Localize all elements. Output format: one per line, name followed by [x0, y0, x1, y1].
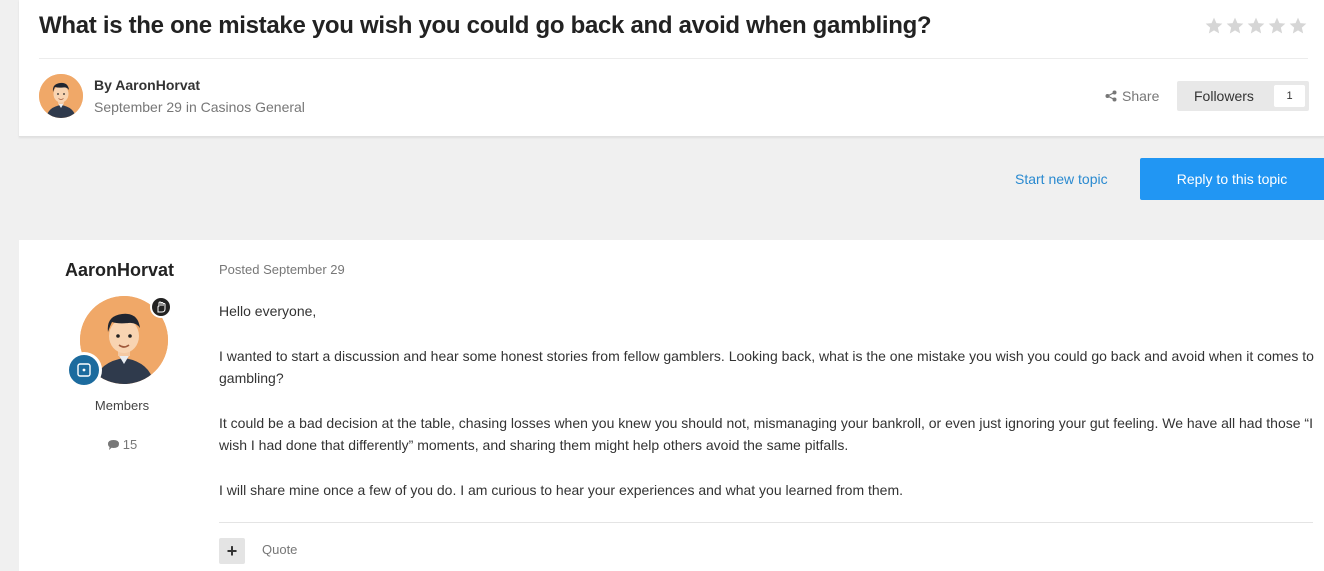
post: AaronHorvat Members 15 Posted September …	[19, 240, 1324, 571]
topic-date: September 29	[94, 99, 182, 115]
post-content: Hello everyone, I wanted to start a disc…	[219, 300, 1315, 524]
post-divider	[219, 522, 1313, 523]
topic-author-link[interactable]: AaronHorvat	[115, 77, 200, 93]
by-prefix: By	[94, 77, 112, 93]
post-paragraph: I wanted to start a discussion and hear …	[219, 348, 1314, 386]
followers-label: Followers	[1194, 88, 1254, 104]
comment-icon	[107, 439, 119, 450]
member-group: Members	[94, 398, 150, 413]
post-count: 15	[69, 437, 175, 452]
star-icon[interactable]	[1225, 16, 1245, 36]
multiquote-button[interactable]: +	[219, 538, 245, 564]
quote-button[interactable]: Quote	[262, 542, 297, 557]
topic-meta: September 29 in Casinos General	[94, 99, 305, 115]
topic-author-row: By AaronHorvat September 29 in Casinos G…	[39, 74, 305, 118]
in-word: in	[185, 99, 197, 115]
post-author-name[interactable]: AaronHorvat	[65, 260, 174, 281]
followers-count: 1	[1274, 85, 1305, 107]
start-new-topic-link[interactable]: Start new topic	[1015, 171, 1108, 187]
post-count-value: 15	[122, 437, 138, 452]
share-button[interactable]: Share	[1105, 88, 1159, 104]
post-paragraph: It could be a bad decision at the table,…	[219, 415, 1313, 453]
topic-rating[interactable]	[1204, 16, 1308, 36]
followers-button[interactable]: Followers 1	[1177, 81, 1309, 111]
topic-author-line: By AaronHorvat	[94, 77, 305, 93]
post-paragraph: Hello everyone,	[219, 303, 317, 319]
star-icon[interactable]	[1204, 16, 1224, 36]
star-icon[interactable]	[1246, 16, 1266, 36]
share-icon	[1105, 90, 1117, 102]
share-label: Share	[1122, 88, 1160, 104]
topic-header: What is the one mistake you wish you cou…	[19, 0, 1324, 137]
hand-badge-icon	[150, 296, 172, 318]
title-divider	[39, 58, 1308, 59]
reply-to-topic-button[interactable]: Reply to this topic	[1140, 158, 1324, 200]
forum-link[interactable]: Casinos General	[201, 99, 305, 115]
star-icon[interactable]	[1267, 16, 1287, 36]
star-icon[interactable]	[1288, 16, 1308, 36]
avatar[interactable]	[39, 74, 83, 118]
posted-date: Posted September 29	[219, 262, 345, 277]
topic-title: What is the one mistake you wish you cou…	[39, 12, 932, 39]
post-paragraph: I will share mine once a few of you do. …	[219, 482, 904, 498]
dice-badge-icon	[66, 352, 102, 388]
